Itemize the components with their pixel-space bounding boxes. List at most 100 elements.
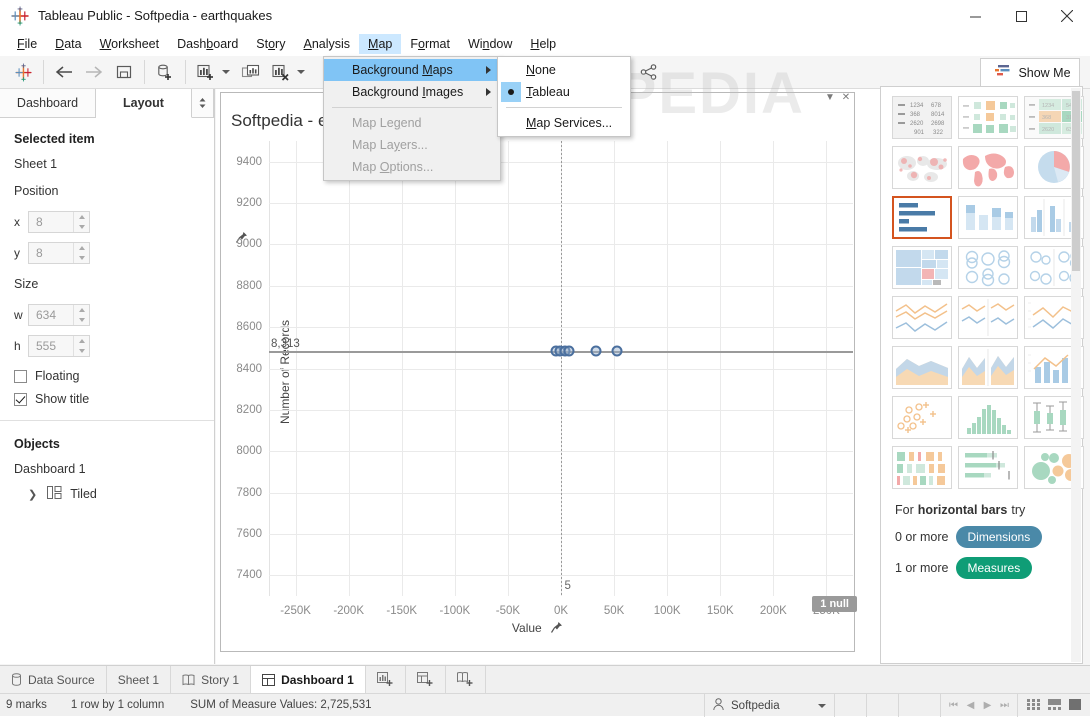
null-badge[interactable]: 1 null [812, 596, 857, 612]
forward-arrow-icon[interactable] [79, 59, 109, 85]
position-x-arrows[interactable] [73, 212, 89, 232]
menu-map[interactable]: Map [359, 34, 402, 54]
y-tick-label: 8000 [236, 445, 262, 458]
show-me-discrete-lines[interactable] [958, 296, 1018, 339]
show-me-horizontal-bars[interactable] [892, 196, 952, 239]
minimize-button[interactable] [952, 0, 998, 32]
size-w-arrows[interactable] [73, 305, 89, 325]
show-me-gantt-chart[interactable] [892, 446, 952, 489]
back-arrow-icon[interactable] [49, 59, 79, 85]
size-w-stepper[interactable]: 634 [28, 304, 90, 326]
show-me-heat-map[interactable] [958, 96, 1018, 139]
y-tick-label: 8600 [236, 321, 262, 334]
position-x-stepper[interactable]: 8 [28, 211, 90, 233]
nav-prev-button[interactable]: ◀ [962, 700, 979, 711]
tableau-home-icon[interactable] [8, 59, 38, 85]
show-me-symbol-map[interactable] [892, 146, 952, 189]
show-me-text-table[interactable]: 1234 678 368 8014 2620 2698 901 322 [892, 96, 952, 139]
show-me-histogram[interactable] [958, 396, 1018, 439]
position-y-arrows[interactable] [73, 243, 89, 263]
grid-view-icon[interactable] [1027, 698, 1040, 713]
new-worksheet-tab-button[interactable] [365, 666, 406, 693]
tab-data-source[interactable]: Data Source [0, 666, 107, 693]
radio-indicator-tableau [501, 82, 521, 102]
tab-dashboard-1[interactable]: Dashboard 1 [251, 666, 366, 693]
x-axis-label-row: Value [221, 621, 854, 637]
filmstrip-view-icon[interactable] [1048, 698, 1061, 713]
show-me-treemap[interactable] [892, 246, 952, 289]
radio-indicator-none [501, 60, 521, 80]
menu-worksheet[interactable]: Worksheet [91, 34, 169, 54]
objects-tiled-row[interactable]: ❯ Tiled [14, 486, 200, 502]
mark-point[interactable] [590, 345, 602, 357]
tab-layout[interactable]: Layout [96, 89, 192, 118]
nav-last-button[interactable]: ⏭ [996, 700, 1013, 711]
menu-item-background-images[interactable]: Background Images [324, 81, 500, 103]
menu-bar[interactable]: File Data Worksheet Dashboard Story Anal… [0, 32, 1090, 56]
menu-dashboard[interactable]: Dashboard [168, 34, 247, 54]
show-title-checkbox-row[interactable]: Show title [14, 392, 200, 406]
sheet-container: ▼ ✕ Softpedia - earthquakes Number of Re… [220, 92, 857, 652]
chevron-right-icon[interactable]: ❯ [28, 488, 37, 501]
map-menu[interactable]: Background Maps Background Images Map Le… [323, 56, 501, 181]
user-dropdown-caret-icon[interactable] [817, 703, 826, 708]
nav-next-button[interactable]: ▶ [979, 700, 996, 711]
show-me-tab[interactable]: Show Me [980, 58, 1080, 86]
x-axis-pin-icon[interactable] [550, 621, 563, 637]
submenu-item-map-services[interactable]: Map Services... [498, 112, 630, 134]
new-worksheet-caret-icon[interactable] [222, 70, 230, 74]
user-selector[interactable]: Softpedia [704, 694, 834, 717]
menu-file[interactable]: File [8, 34, 46, 54]
menu-story[interactable]: Story [247, 34, 294, 54]
tab-label: Sheet 1 [117, 672, 160, 687]
menu-item-background-maps[interactable]: Background Maps [324, 59, 500, 81]
new-data-source-icon[interactable] [150, 59, 180, 85]
new-dashboard-tab-button[interactable] [405, 666, 446, 693]
new-story-tab-button[interactable] [445, 666, 486, 693]
new-worksheet-icon[interactable] [191, 59, 221, 85]
nav-first-button[interactable]: ⏮ [945, 700, 962, 711]
position-y-stepper[interactable]: 8 [28, 242, 90, 264]
show-me-stacked-bars[interactable] [958, 196, 1018, 239]
show-me-filled-map[interactable] [958, 146, 1018, 189]
sheet-menu-caret-icon[interactable]: ▼ [822, 92, 838, 103]
show-me-area-charts-discrete[interactable] [958, 346, 1018, 389]
maximize-button[interactable] [998, 0, 1044, 32]
submenu-item-none[interactable]: None [498, 59, 630, 81]
close-button[interactable] [1044, 0, 1090, 32]
show-me-continuous-lines[interactable] [892, 296, 952, 339]
menu-format[interactable]: Format [401, 34, 459, 54]
floating-checkbox-row[interactable]: Floating [14, 369, 200, 383]
show-me-scrollbar-thumb[interactable] [1072, 91, 1080, 271]
clear-sheet-caret-icon[interactable] [297, 70, 305, 74]
show-title-checkbox[interactable] [14, 392, 27, 406]
single-view-icon[interactable] [1069, 698, 1081, 713]
background-maps-submenu[interactable]: None Tableau Map Services... [497, 56, 631, 137]
show-me-circle-views[interactable] [958, 246, 1018, 289]
floating-checkbox[interactable] [14, 369, 27, 383]
tab-dashboard[interactable]: Dashboard [0, 89, 96, 117]
show-me-scatter-plot[interactable] [892, 396, 952, 439]
sheet-close-icon[interactable]: ✕ [838, 92, 854, 103]
tab-label: Story 1 [201, 672, 240, 687]
mark-point[interactable] [563, 345, 575, 357]
menu-help[interactable]: Help [521, 34, 565, 54]
show-me-area-charts-continuous[interactable] [892, 346, 952, 389]
save-icon[interactable] [109, 59, 139, 85]
menu-analysis[interactable]: Analysis [294, 34, 359, 54]
share-icon[interactable] [634, 59, 664, 85]
svg-text:368: 368 [1042, 115, 1051, 121]
tab-sheet-1[interactable]: Sheet 1 [106, 666, 172, 693]
menu-window[interactable]: Window [459, 34, 521, 54]
size-h-arrows[interactable] [73, 336, 89, 356]
clear-sheet-icon[interactable] [266, 59, 296, 85]
show-me-bullet-graph[interactable] [958, 446, 1018, 489]
panel-collapse-toggle[interactable] [192, 89, 214, 117]
size-h-stepper[interactable]: 555 [28, 335, 90, 357]
tab-story-1[interactable]: Story 1 [171, 666, 252, 693]
duplicate-sheet-icon[interactable] [236, 59, 266, 85]
mark-point[interactable] [611, 345, 623, 357]
submenu-item-tableau[interactable]: Tableau [498, 81, 630, 103]
show-me-scrollbar[interactable] [1071, 88, 1081, 662]
menu-data[interactable]: Data [46, 34, 90, 54]
